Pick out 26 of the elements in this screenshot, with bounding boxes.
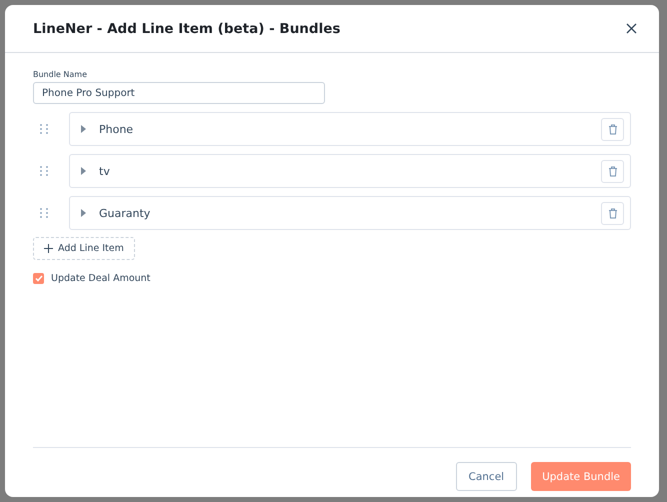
line-item-name: Guaranty [99, 206, 152, 220]
drag-handle-icon[interactable] [38, 123, 50, 135]
trash-icon [608, 166, 618, 176]
add-line-item-button[interactable]: Add Line Item [33, 237, 135, 260]
line-item-name: Phone [99, 122, 134, 136]
drag-handle-icon[interactable] [38, 207, 50, 219]
dialog-title: LineNer - Add Line Item (beta) - Bundles [33, 20, 340, 36]
field-label: Bundle Name [33, 70, 88, 79]
checkbox-label: Update Deal Amount [51, 273, 150, 284]
drag-handle-icon[interactable] [38, 165, 50, 177]
bundle-name-field[interactable]: Phone Pro Support [33, 82, 325, 104]
trash-icon [608, 208, 618, 218]
caret-icon[interactable] [80, 125, 87, 133]
plus-icon [44, 244, 53, 253]
cancel-button[interactable]: Cancel [456, 462, 518, 491]
close-icon [626, 23, 637, 34]
caret-icon[interactable] [80, 167, 87, 175]
delete-button[interactable] [601, 160, 624, 182]
trash-icon [608, 124, 618, 134]
check-icon [34, 275, 42, 282]
caret-icon[interactable] [80, 209, 87, 217]
delete-button[interactable] [601, 202, 624, 224]
delete-button[interactable] [601, 118, 624, 140]
close-button[interactable] [624, 21, 639, 36]
checkbox[interactable] [33, 273, 44, 284]
line-item-name: tv [99, 164, 111, 178]
